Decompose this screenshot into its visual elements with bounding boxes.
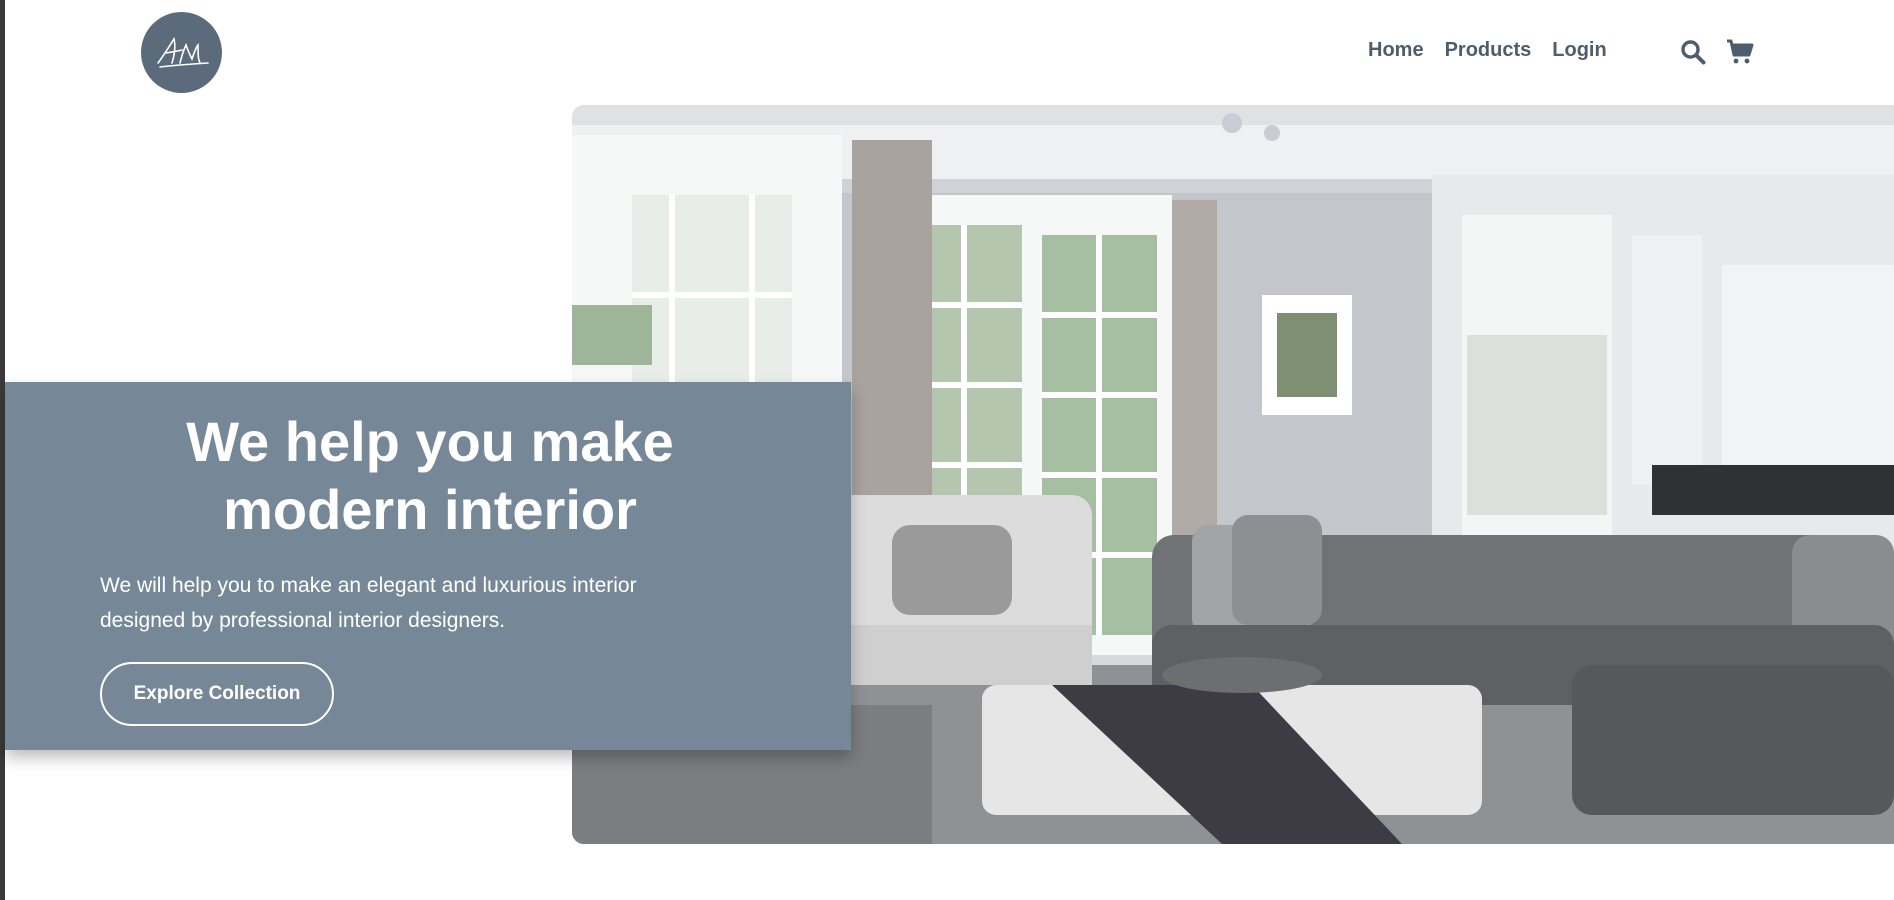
nav-products-link[interactable]: Products xyxy=(1445,39,1532,62)
hero-description-line1: We will help you to make an elegant and … xyxy=(100,574,637,597)
main-nav: Home Products Login xyxy=(1368,39,1607,62)
cart-icon[interactable] xyxy=(1726,39,1754,70)
hero-description-line2: designed by professional interior design… xyxy=(100,609,506,632)
hero-title-line1: We help you make xyxy=(186,410,674,473)
search-icon[interactable] xyxy=(1680,39,1706,70)
brand-logo[interactable] xyxy=(141,12,222,93)
signature-logo-icon xyxy=(156,36,209,68)
hero-title-line2: modern interior xyxy=(223,478,637,541)
hero-description: We will help you to make an elegant and … xyxy=(100,568,720,638)
hero-title: We help you make modern interior xyxy=(100,408,760,544)
nav-home-link[interactable]: Home xyxy=(1368,39,1424,62)
nav-login-link[interactable]: Login xyxy=(1552,39,1606,62)
explore-collection-button[interactable]: Explore Collection xyxy=(100,662,334,726)
header-actions xyxy=(1680,39,1754,70)
hero-text-card: We help you make modern interior We will… xyxy=(5,382,851,750)
